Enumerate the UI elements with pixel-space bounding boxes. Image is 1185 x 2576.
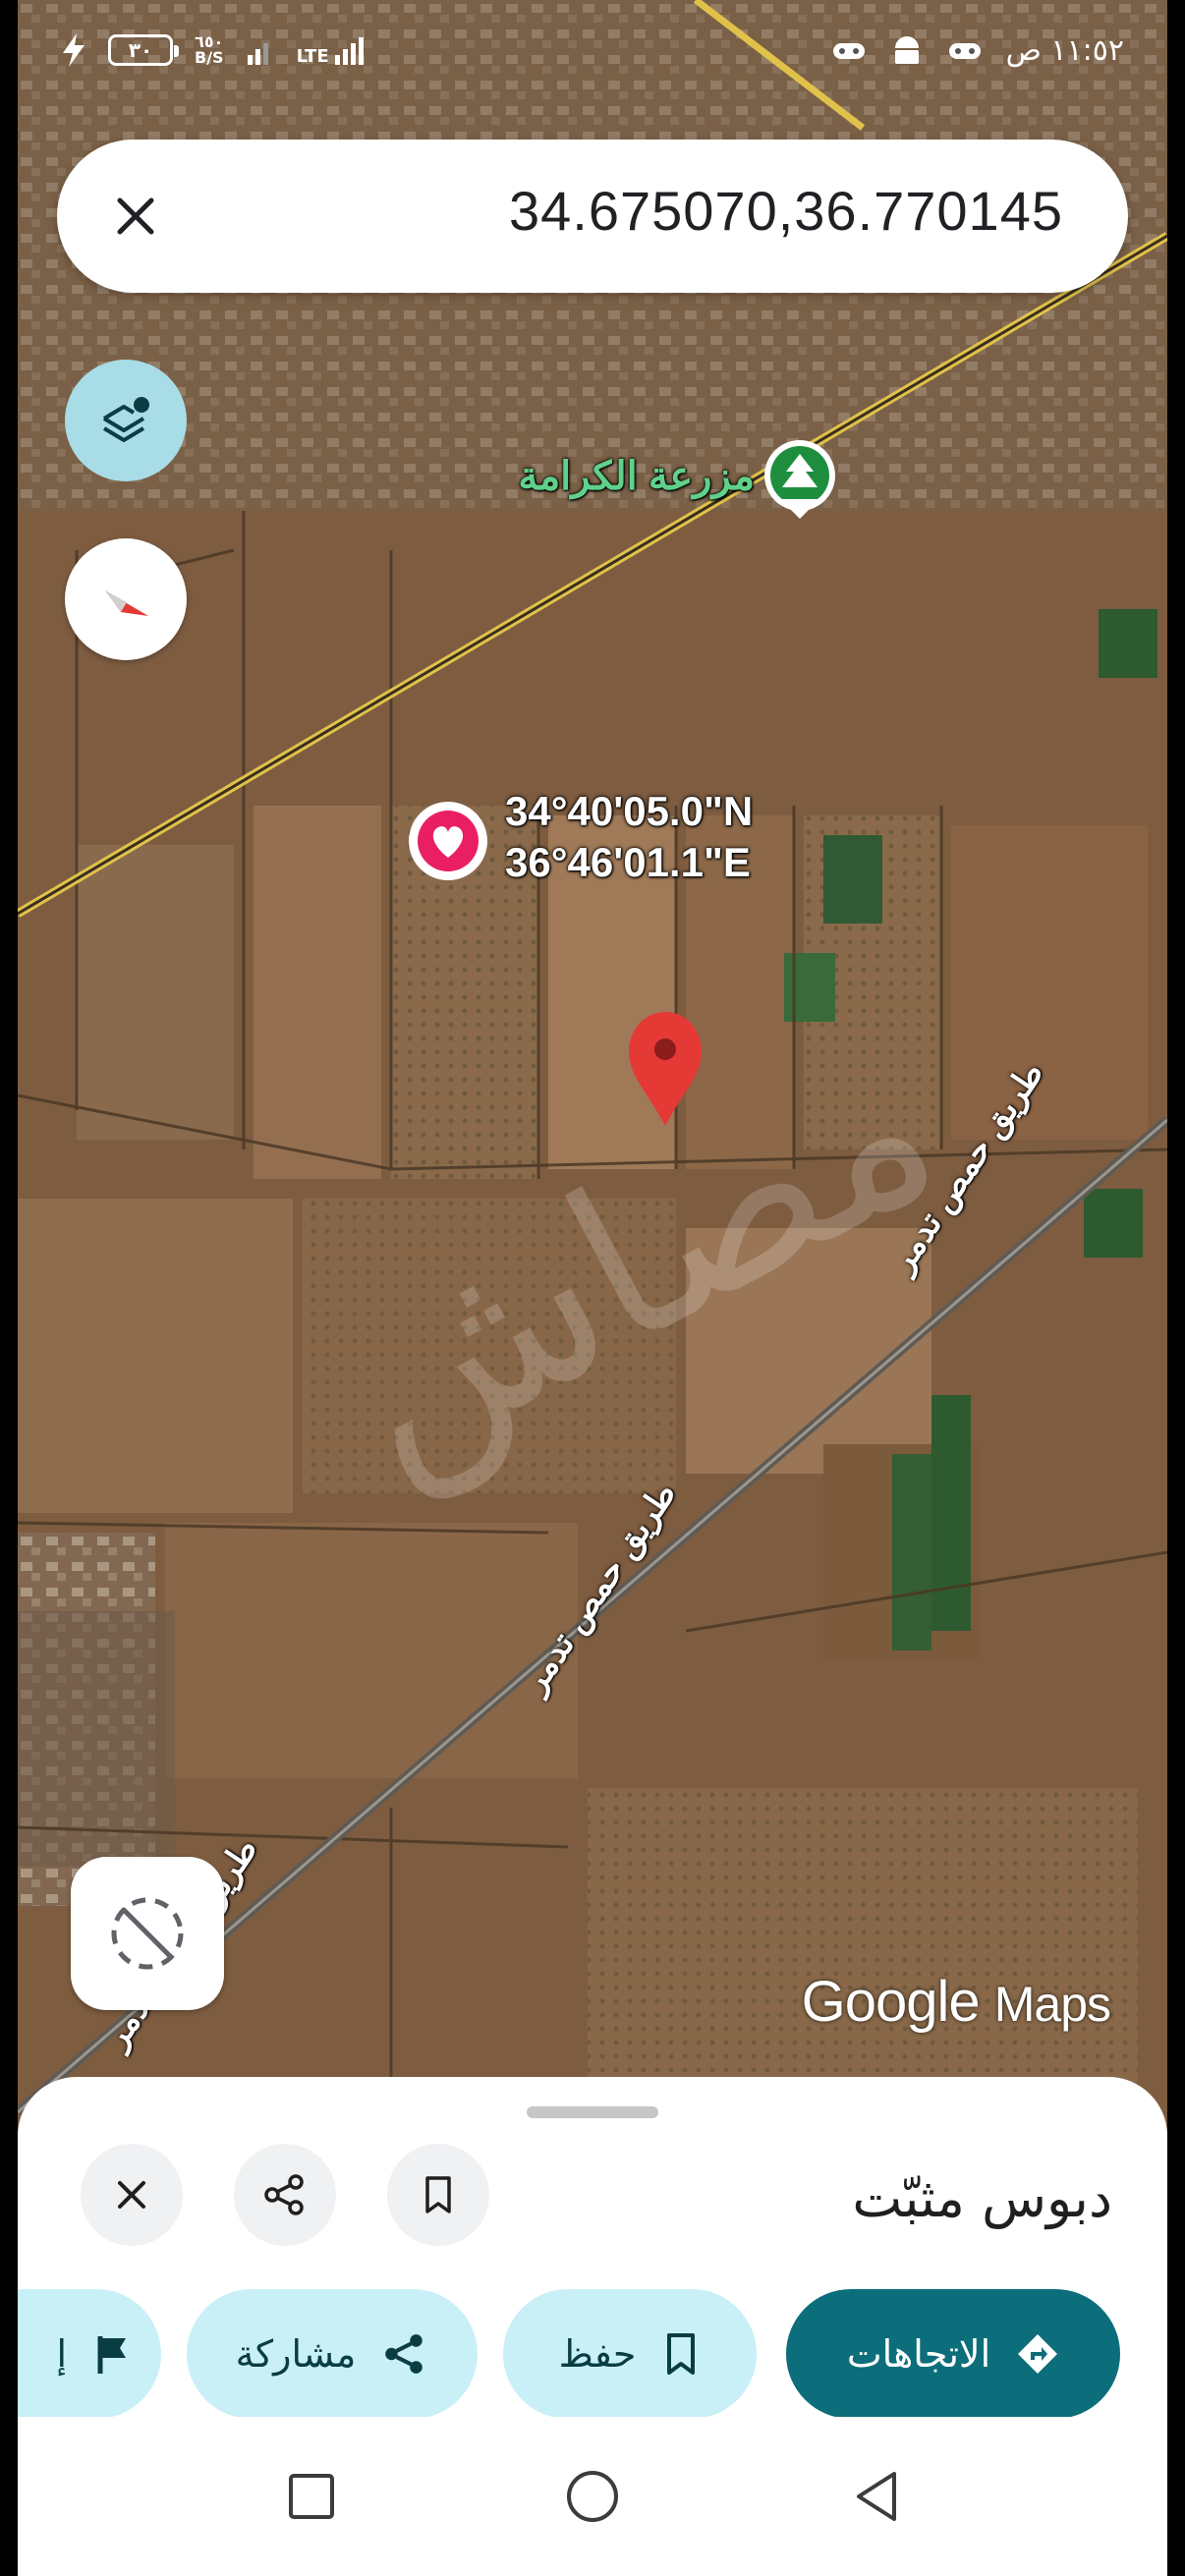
network-type: LTE [296,46,329,67]
phone-screen: مصاش مزرعة الكرامة 34°40'05.0"N 36°46'01… [18,0,1167,2576]
charging-icon [63,33,85,67]
search-input[interactable]: 34.675070,36.770145 [509,179,1063,243]
my-location-button[interactable] [71,1857,224,2010]
report-chip[interactable]: إ [18,2289,161,2419]
share-icon [385,2334,423,2374]
bookmark-icon [425,2176,451,2213]
lte-signal: LTE [296,35,367,67]
gamepad-icon [832,42,865,59]
status-bar: ٣٠ ٦٥٠ B/S LTE ١١:٥٢ ص [18,0,1167,108]
share-button[interactable] [234,2144,336,2246]
share-icon [264,2174,304,2215]
share-chip[interactable]: مشاركة [187,2289,478,2419]
google-maps-logo: Google Maps [801,1969,1111,2035]
home-button[interactable] [558,2462,627,2531]
satellite-map[interactable]: مصاش مزرعة الكرامة 34°40'05.0"N 36°46'01… [18,0,1167,2122]
drag-handle[interactable] [527,2106,658,2118]
network-speed: ٦٥٠ B/S [195,34,224,66]
location-off-icon [111,1897,184,1970]
status-right: ١١:٥٢ ص [831,33,1124,68]
coordinates-longitude: 36°46'01.1"E [505,839,751,885]
place-title: دبوس مثبّت [852,2167,1112,2229]
close-icon[interactable] [96,177,175,255]
android-icon [894,35,919,64]
map-imagery: مصاش [18,0,1167,2122]
close-icon [118,2181,145,2209]
compass-button[interactable] [65,538,187,660]
layers-button[interactable] [65,360,187,481]
share-label: مشاركة [235,2332,357,2376]
directions-button[interactable]: الاتجاهات [786,2289,1120,2419]
bookmark-button[interactable] [387,2144,489,2246]
signal-strength-icon [334,37,364,65]
save-label: حفظ [558,2332,637,2376]
logo-maps: Maps [993,1977,1111,2032]
signal-icon [247,43,268,65]
save-chip[interactable]: حفظ [503,2289,757,2419]
directions-icon [1018,2334,1058,2374]
logo-google: Google [801,1970,981,2034]
flag-icon [97,2336,126,2374]
coordinates-latitude: 34°40'05.0"N [505,788,754,834]
bookmark-icon [667,2333,696,2375]
back-button[interactable] [843,2462,912,2531]
directions-label: الاتجاهات [846,2332,991,2376]
back-triangle-icon [857,2472,896,2521]
recents-button[interactable] [277,2462,346,2531]
speed-unit: B/S [195,48,224,67]
heart-icon[interactable] [409,802,487,880]
gamepad-icon [948,42,981,59]
clock: ١١:٥٢ ص [1005,33,1124,68]
search-bar[interactable]: 34.675070,36.770145 [57,140,1128,293]
compass-icon [105,590,148,616]
layers-icon [102,397,149,442]
report-label: إ [56,2332,67,2376]
battery-indicator: ٣٠ [108,34,179,66]
navigation-bar [18,2417,1167,2576]
square-icon [289,2474,334,2519]
close-button[interactable] [81,2144,183,2246]
place-label[interactable]: مزرعة الكرامة [518,454,755,499]
circle-icon [567,2471,618,2522]
status-left: ٣٠ ٦٥٠ B/S LTE [61,33,367,67]
